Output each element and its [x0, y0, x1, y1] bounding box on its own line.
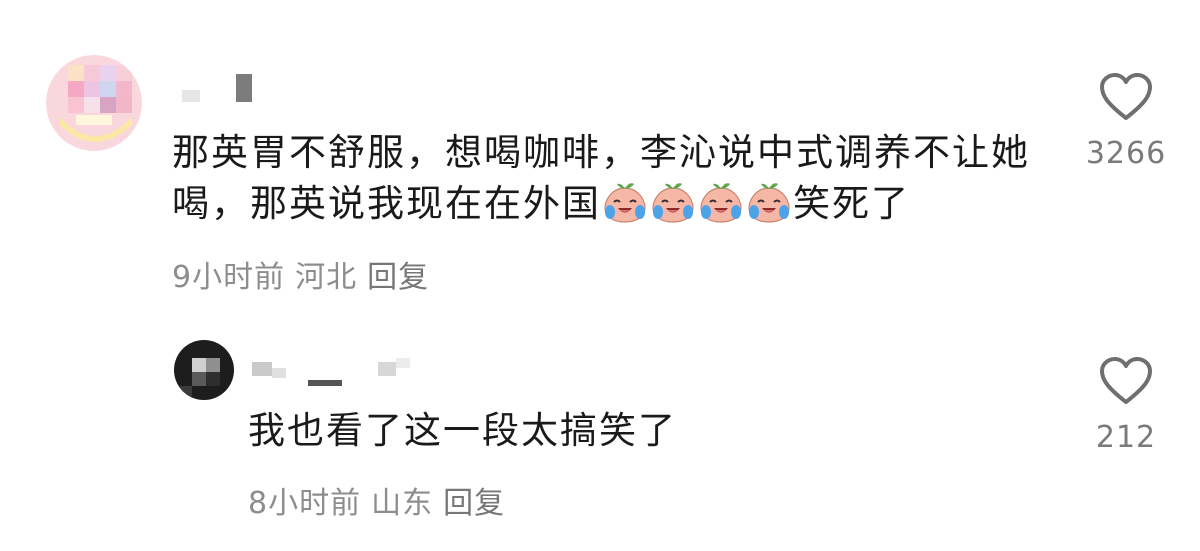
- like-button[interactable]: 212: [1066, 356, 1186, 455]
- laugh-cry-peach-emoji: [748, 183, 790, 223]
- laugh-cry-peach-emoji: [604, 183, 646, 223]
- comment-text: 我也看了这一段太搞笑了: [248, 405, 1048, 456]
- reply-button[interactable]: 回复: [367, 260, 429, 295]
- like-count: 3266: [1085, 136, 1167, 171]
- avatar[interactable]: [46, 55, 142, 151]
- comment-text: 那英胃不舒服，想喝咖啡，李沁说中式调养不让她喝，那英说我现在在外国 笑死了: [172, 127, 1052, 229]
- heart-icon: [1100, 73, 1152, 120]
- laugh-cry-peach-emoji: [652, 183, 694, 223]
- comment-time: 8小时前: [248, 486, 362, 521]
- comment-time: 9小时前: [172, 260, 286, 295]
- comment-meta: 9小时前 河北 回复: [172, 252, 439, 296]
- reply-button[interactable]: 回复: [443, 486, 505, 521]
- like-button[interactable]: 3266: [1066, 72, 1186, 171]
- comment-text-part1: 我也看了这一段太搞笑了: [248, 409, 677, 452]
- username-mosaic[interactable]: [250, 356, 420, 390]
- username-mosaic[interactable]: [178, 72, 268, 106]
- heart-icon: [1100, 357, 1152, 404]
- comment-location: 山东: [371, 486, 434, 521]
- comment-text-part2: 笑死了: [793, 182, 910, 225]
- avatar[interactable]: [174, 340, 234, 400]
- laugh-cry-peach-icon: [601, 182, 793, 225]
- like-count: 212: [1095, 420, 1157, 455]
- laugh-cry-peach-emoji: [700, 183, 742, 223]
- comment-meta: 8小时前 山东 回复: [248, 478, 515, 522]
- comment-location: 河北: [295, 260, 358, 295]
